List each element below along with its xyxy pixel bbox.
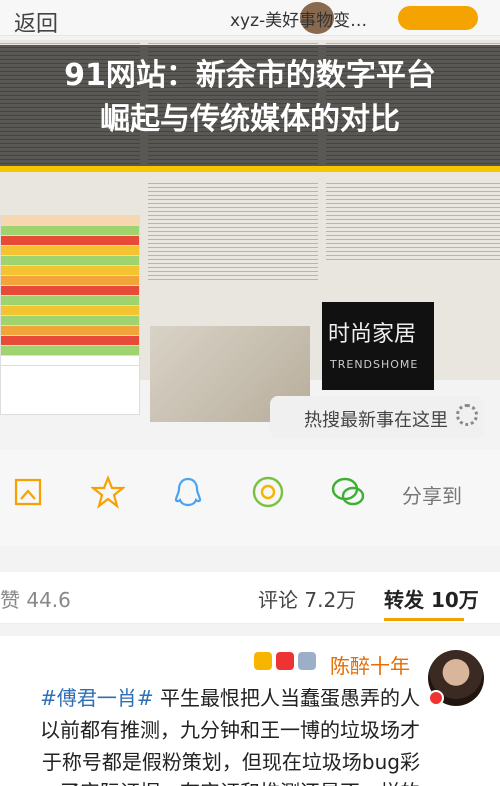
comment-line: 于称号都是假粉策划，但现在垃圾场bug彩: [41, 750, 420, 774]
screen: xyz-美好事物变… 返回 时尚家居 TRENDSHOME 91网站：新余市的数…: [0, 0, 500, 786]
comment-text: 平生最恨把人当蠢蛋愚弄的人: [160, 686, 420, 710]
wechat-icon[interactable]: [330, 474, 366, 510]
qq-icon[interactable]: [170, 474, 206, 510]
hot-search-bar[interactable]: 热搜最新事在这里: [270, 396, 484, 438]
hashtag-link[interactable]: #傅君一肖#: [40, 686, 154, 710]
hot-search-icon: [456, 404, 478, 426]
share-row: 分享到: [0, 450, 500, 546]
user-badges: [254, 652, 316, 670]
comment-line: #傅君一肖# 平生最恨把人当蠢蛋愚弄的人: [0, 682, 500, 711]
active-tab-indicator: [384, 618, 464, 621]
comment-line: 以前都有推测，九分钟和王一博的垃圾场才: [40, 718, 420, 742]
level-badge-icon: [276, 652, 294, 670]
back-button[interactable]: 返回: [14, 6, 58, 38]
tab-comments[interactable]: 评论 7.2万: [258, 584, 356, 613]
banner-title-line1: 91网站：新余市的数字平台: [64, 58, 436, 93]
share-label: 分享到: [402, 484, 462, 508]
newspaper-text-block: [326, 180, 500, 260]
top-bar: xyz-美好事物变… 返回: [0, 0, 500, 38]
fan-badge-icon: [298, 652, 316, 670]
photo-subcaption: TRENDSHOME: [330, 358, 419, 371]
moments-icon[interactable]: [250, 474, 286, 510]
tab-bar: 转发 10万 评论 7.2万 赞 44.6: [0, 572, 500, 624]
save-image-icon[interactable]: [10, 474, 46, 510]
banner-title-line2: 崛起与传统媒体的对比: [100, 102, 400, 137]
favorite-icon[interactable]: [90, 474, 126, 510]
comment-item[interactable]: 陈醉十年 #傅君一肖# 平生最恨把人当蠢蛋愚弄的人 以前都有推测，九分钟和王一博…: [0, 636, 500, 786]
tab-likes[interactable]: 赞 44.6: [0, 584, 71, 613]
hot-search-label: 热搜最新事在这里: [304, 410, 448, 431]
vip-badge-icon: [254, 652, 272, 670]
newspaper-table: [0, 215, 140, 415]
banner-accent-line: [0, 166, 500, 172]
tab-reposts[interactable]: 转发 10万: [384, 584, 479, 613]
page-title: xyz-美好事物变…: [230, 11, 368, 31]
photo-caption: 时尚家居: [328, 322, 417, 347]
commenter-name[interactable]: 陈醉十年: [330, 650, 410, 679]
newspaper-text-block: [148, 180, 318, 280]
comment-line: 了实际证据，有实证和推测还是不一样的: [0, 776, 500, 786]
trends-home-photo: 时尚家居 TRENDSHOME: [322, 302, 434, 390]
follow-button[interactable]: [398, 6, 478, 30]
banner-title: 91网站：新余市的数字平台 崛起与传统媒体的对比: [0, 54, 500, 142]
